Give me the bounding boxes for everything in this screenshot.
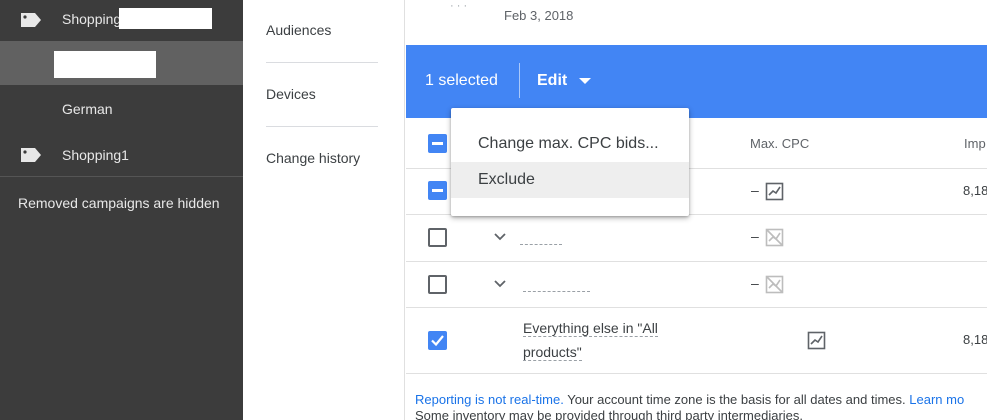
redacted-product-group[interactable]: [523, 276, 590, 292]
select-all-checkbox[interactable]: [428, 134, 447, 153]
footer-text: Your account time zone is the basis for …: [563, 392, 906, 407]
row-checkbox[interactable]: [428, 228, 447, 247]
menu-item-exclude[interactable]: Exclude: [451, 162, 689, 198]
product-group-name[interactable]: Everything else in "All products": [523, 316, 661, 364]
column-header-max-cpc[interactable]: Max. CPC: [750, 136, 809, 151]
page-menu: Audiences Devices Change history: [243, 0, 405, 420]
sidebar-item-shopping1[interactable]: Shopping1: [0, 136, 243, 174]
menu-divider: [266, 62, 378, 63]
menu-divider: [266, 126, 378, 127]
max-cpc-value: –: [751, 275, 759, 291]
reporting-link[interactable]: Reporting is not real-time.: [415, 392, 564, 407]
redacted-product-group[interactable]: [520, 229, 562, 245]
impressions-value: 8,18: [963, 183, 987, 198]
checkmark-icon: [431, 335, 444, 347]
sidebar-item-label: German: [62, 101, 113, 117]
chevron-down-icon[interactable]: [492, 276, 508, 292]
footer-note: Reporting is not real-time. Your account…: [415, 392, 964, 420]
bid-chart-icon[interactable]: [807, 331, 826, 350]
max-cpc-value: –: [751, 228, 759, 244]
learn-more-link[interactable]: Learn mo: [909, 392, 964, 407]
date-text: Feb 3, 2018: [504, 8, 574, 23]
footer-line-1: Reporting is not real-time. Your account…: [415, 392, 964, 408]
sidebar-item-german[interactable]: German: [0, 90, 243, 128]
shopping-tag-icon: [21, 148, 41, 162]
product-group-label: Everything else in "All products": [523, 320, 658, 361]
bid-chart-icon[interactable]: [765, 182, 784, 201]
table-row: Everything else in "All products" 8,18: [406, 308, 987, 374]
table-row: –: [406, 215, 987, 262]
redacted-max-cpc: [744, 332, 802, 350]
selection-count: 1 selected: [425, 72, 498, 89]
menu-item-audiences[interactable]: Audiences: [266, 22, 331, 38]
sidebar-item-label: Shopping1: [62, 147, 129, 163]
bid-chart-disabled-icon: [765, 228, 784, 247]
impressions-value: 8,18: [963, 332, 987, 347]
table-row: –: [406, 262, 987, 308]
edit-label: Edit: [537, 72, 568, 89]
bid-chart-disabled-icon: [765, 275, 784, 294]
column-header-impressions[interactable]: Imp: [964, 136, 986, 151]
edit-dropdown-menu: Change max. CPC bids... Exclude: [451, 108, 689, 216]
sidebar-divider: [0, 176, 243, 177]
footer-line-2: Some inventory may be provided through t…: [415, 408, 804, 420]
edit-dropdown-button[interactable]: Edit: [537, 72, 592, 90]
removed-campaigns-note: Removed campaigns are hidden: [18, 195, 220, 211]
redacted-ad-group-name: [54, 51, 156, 78]
dropdown-caret-icon: [579, 78, 592, 84]
faded-text: · · ·: [450, 0, 468, 12]
chevron-down-icon[interactable]: [492, 229, 508, 245]
sidebar-item-label: Shopping: [62, 11, 122, 27]
sidebar-item-shopping[interactable]: Shopping: [0, 0, 243, 40]
row-checkbox[interactable]: [428, 275, 447, 294]
campaign-sidebar: Shopping German Shopping1 Removed campai…: [0, 0, 243, 420]
shopping-tag-icon: [21, 13, 41, 27]
menu-item-devices[interactable]: Devices: [266, 86, 316, 102]
row-checkbox[interactable]: [428, 181, 447, 200]
menu-item-change-max-cpc[interactable]: Change max. CPC bids...: [451, 126, 689, 162]
max-cpc-value: –: [751, 182, 759, 198]
row-checkbox[interactable]: [428, 331, 447, 350]
redacted-campaign-name: [119, 8, 212, 29]
selection-bar-divider: [519, 63, 520, 98]
menu-item-change-history[interactable]: Change history: [266, 150, 360, 166]
sidebar-item-selected-ad-group[interactable]: [0, 41, 243, 85]
